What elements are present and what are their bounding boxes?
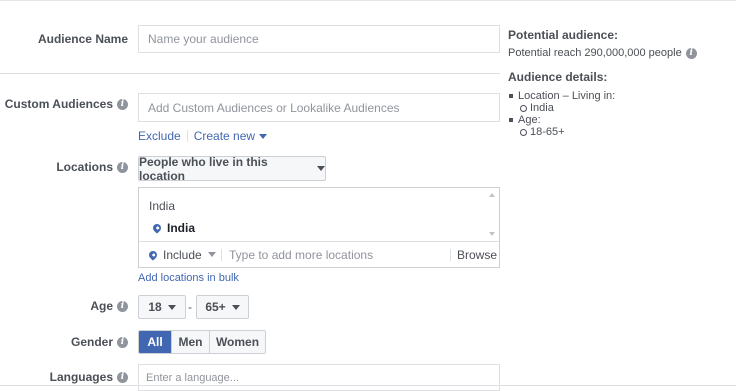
scroll-up-icon[interactable] — [489, 193, 495, 197]
info-icon[interactable]: i — [685, 47, 697, 59]
location-pin-icon — [151, 222, 163, 234]
link-separator — [186, 130, 188, 142]
custom-audiences-actions: Exclude Create new — [138, 129, 268, 143]
info-icon[interactable]: i — [117, 371, 128, 383]
include-dropdown[interactable]: Include — [147, 241, 216, 268]
locations-label: Locations i — [56, 157, 128, 177]
details-age-value: 18-65+ — [508, 126, 615, 138]
audience-details-title: Audience details: — [508, 70, 608, 84]
details-location-value: India — [508, 102, 615, 114]
add-locations-bulk-link[interactable]: Add locations in bulk — [138, 272, 239, 284]
chevron-down-icon — [231, 304, 240, 310]
top-border — [0, 0, 736, 1]
locations-row: Locations i — [0, 157, 128, 177]
gender-row: Gender i — [0, 332, 128, 352]
info-icon[interactable]: i — [117, 161, 128, 173]
custom-audiences-input[interactable]: Add Custom Audiences or Lookalike Audien… — [138, 93, 500, 122]
create-new-link[interactable]: Create new — [194, 129, 268, 143]
audience-name-label: Audience Name — [37, 32, 128, 46]
location-pin-icon — [147, 248, 159, 261]
age-label: Age i — [90, 296, 128, 316]
section-divider — [0, 73, 500, 74]
age-min-dropdown[interactable]: 18 — [138, 295, 186, 319]
languages-row: Languages i — [0, 367, 128, 387]
location-group-label: India — [149, 199, 176, 213]
audience-name-row: Audience Name — [0, 29, 128, 49]
divider — [221, 249, 222, 261]
info-icon[interactable]: i — [117, 300, 128, 312]
custom-audiences-row: Custom Audiences i — [0, 94, 128, 114]
chevron-down-icon — [259, 133, 268, 139]
gender-option-all[interactable]: All — [139, 331, 172, 353]
gender-option-men[interactable]: Men — [172, 331, 210, 353]
custom-audiences-label: Custom Audiences i — [5, 94, 128, 114]
details-age-heading: Age: — [508, 114, 615, 126]
location-type-dropdown[interactable]: People who live in this location — [138, 155, 326, 183]
scroll-down-icon[interactable] — [489, 232, 495, 236]
exclude-link[interactable]: Exclude — [138, 129, 181, 143]
chevron-down-icon — [167, 304, 176, 310]
location-search-input[interactable]: Type to add more locations — [229, 241, 373, 268]
location-selector: India India Include Type to add more loc… — [138, 187, 500, 268]
audience-name-input[interactable]: Name your audience — [138, 25, 500, 53]
details-location-heading: Location – Living in: — [508, 90, 615, 102]
info-icon[interactable]: i — [117, 98, 128, 110]
potential-reach: Potential reach 290,000,000 people i — [508, 47, 697, 59]
age-max-dropdown[interactable]: 65+ — [196, 295, 249, 319]
age-separator: - — [188, 300, 192, 314]
bottom-border — [0, 385, 736, 386]
info-icon[interactable]: i — [117, 336, 128, 348]
age-row: Age i — [0, 296, 128, 316]
gender-label: Gender i — [71, 332, 128, 352]
browse-button[interactable]: Browse — [457, 241, 497, 268]
audience-details-list: Location – Living in: India Age: 18-65+ — [508, 90, 615, 138]
potential-audience-panel: Potential audience: Potential reach 290,… — [508, 28, 697, 59]
gender-selector: All Men Women — [138, 330, 266, 354]
languages-label: Languages i — [50, 367, 128, 387]
potential-audience-title: Potential audience: — [508, 28, 619, 42]
chevron-down-icon — [207, 252, 216, 257]
gender-option-women[interactable]: Women — [210, 331, 265, 353]
selected-location[interactable]: India — [151, 221, 195, 235]
languages-input[interactable]: Enter a language... — [138, 364, 500, 391]
audience-details-panel: Audience details: Location – Living in: … — [508, 70, 615, 138]
chevron-down-icon — [317, 166, 325, 171]
divider — [450, 249, 451, 261]
